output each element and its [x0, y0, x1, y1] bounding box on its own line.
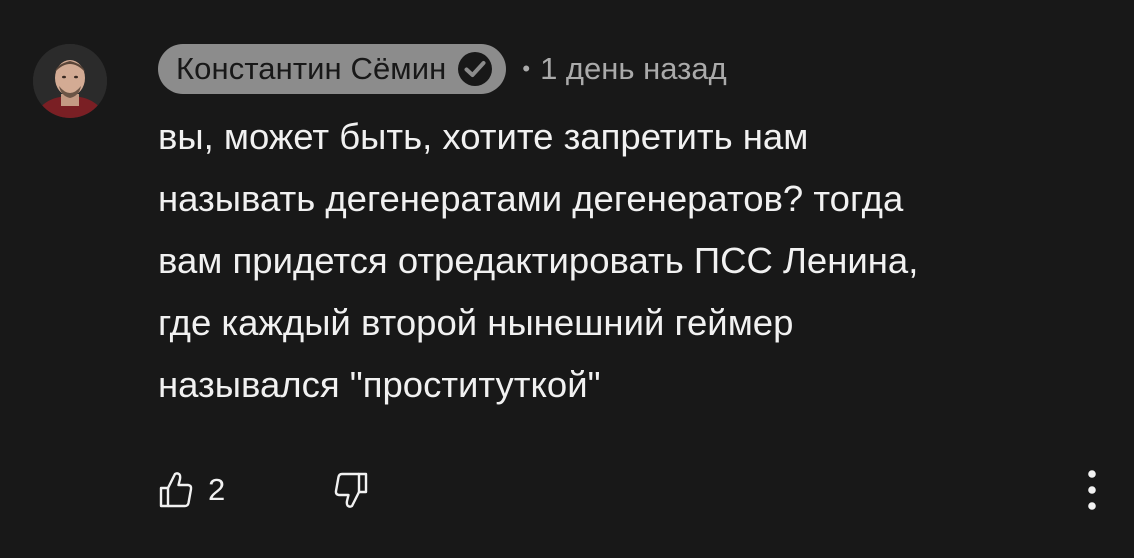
comment-actions: 2 — [158, 464, 369, 516]
author-chip[interactable]: Константин Сёмин — [158, 44, 507, 94]
thumbs-down-icon — [334, 472, 368, 508]
like-button[interactable]: 2 — [158, 470, 225, 510]
separator-dot: • — [522, 56, 531, 81]
avatar[interactable] — [33, 44, 107, 118]
author-name[interactable]: Константин Сёмин — [176, 51, 446, 87]
timestamp[interactable]: 1 день назад — [540, 51, 727, 87]
checkmark-circle-icon — [458, 52, 493, 86]
more-vertical-icon — [1088, 470, 1096, 510]
like-count: 2 — [208, 472, 226, 507]
dislike-button[interactable] — [333, 470, 369, 510]
comment-header: Константин Сёмин • 1 день назад — [158, 44, 727, 94]
comment: Константин Сёмин • 1 день назад вы, може… — [0, 0, 1134, 558]
comment-text: вы, может быть, хотите запретить нам наз… — [158, 116, 919, 405]
more-options-button[interactable] — [1072, 466, 1112, 514]
thumbs-up-icon — [159, 472, 193, 508]
